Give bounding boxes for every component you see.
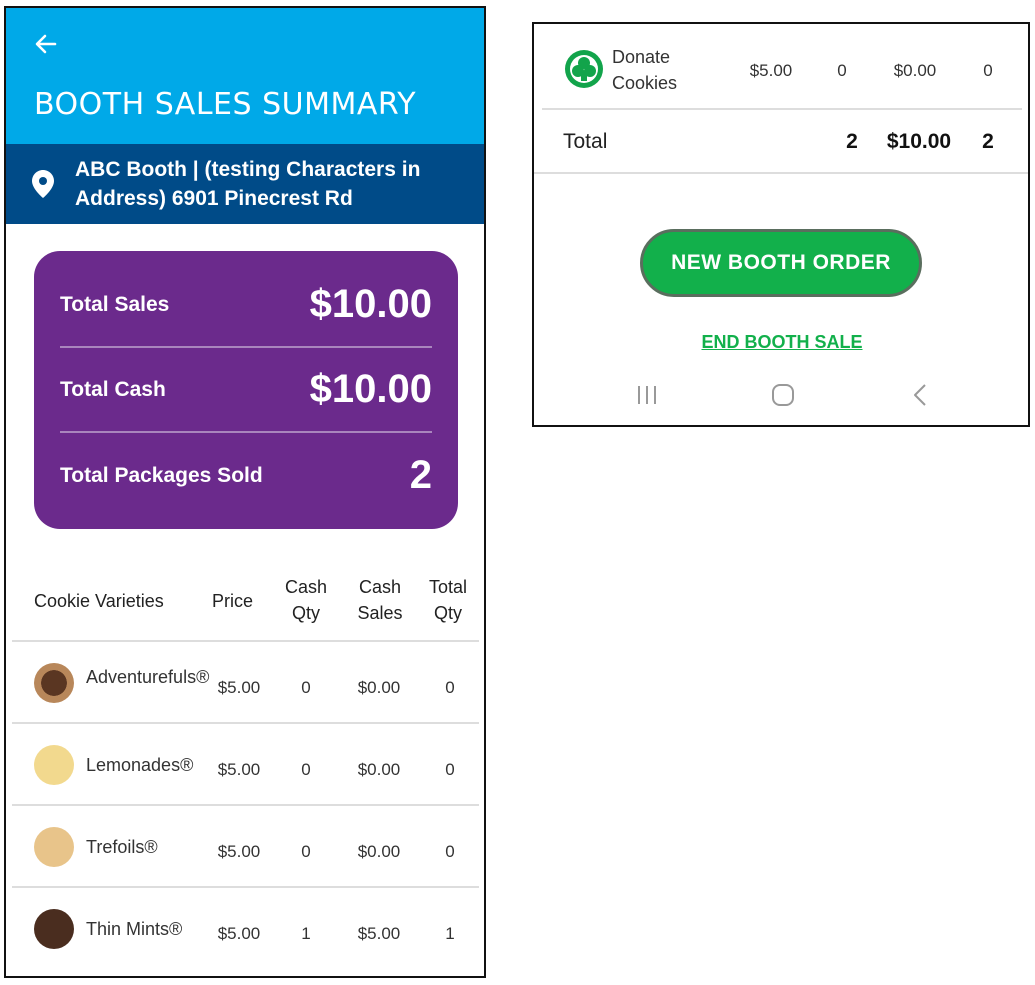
total-packages-row: Total Packages Sold 2 — [60, 433, 432, 518]
booth-summary-bottom-screen: Donate Cookies $5.00 0 $0.00 0 Total 2 $… — [532, 22, 1030, 427]
cash-qty-cell: 0 — [301, 678, 311, 697]
cash-sales-cell: $0.00 — [357, 678, 401, 697]
arrow-left-icon — [35, 34, 57, 54]
sales-summary-card: Total Sales $10.00 Total Cash $10.00 Tot… — [34, 251, 458, 529]
cash-sales-cell: $0.00 — [357, 842, 401, 861]
map-pin-icon — [32, 170, 54, 198]
cash-qty-cell: 0 — [837, 61, 847, 80]
table-row: Thin Mints® $5.00 1 $5.00 1 — [12, 888, 479, 970]
thin-mints-cookie-icon — [34, 909, 74, 949]
cookie-name: Lemonades® — [86, 755, 194, 775]
recents-icon[interactable] — [634, 382, 660, 408]
adventurefuls-cookie-icon — [34, 663, 74, 703]
price-cell: $5.00 — [217, 924, 261, 943]
end-booth-sale-link[interactable]: END BOOTH SALE — [534, 332, 1028, 353]
total-sales-label: Total Sales — [60, 292, 170, 316]
cookie-table: Adventurefuls® $5.00 0 $0.00 0 Lemonades… — [12, 642, 479, 970]
home-icon[interactable] — [770, 382, 796, 408]
header-total-qty: Total Qty — [428, 577, 468, 623]
price-cell: $5.00 — [749, 61, 793, 80]
total-row: Total 2 $10.00 2 — [534, 112, 1028, 174]
total-packages-label: Total Packages Sold — [60, 463, 263, 487]
cash-sales-cell: $0.00 — [357, 760, 401, 779]
donate-cookies-label: Donate Cookies — [612, 47, 678, 93]
cash-sales-cell: $0.00 — [893, 61, 937, 80]
total-label: Total — [563, 130, 608, 153]
location-text: ABC Booth | (testing Characters in Addre… — [75, 158, 421, 210]
header-cookie-varieties: Cookie Varieties — [34, 591, 164, 611]
total-cash-row: Total Cash $10.00 — [60, 348, 432, 433]
back-icon[interactable] — [908, 382, 934, 408]
total-cash-sales: $10.00 — [886, 130, 952, 153]
table-header: Cookie Varieties Price Cash Qty Cash Sal… — [12, 568, 479, 642]
table-row: Trefoils® $5.00 0 $0.00 0 — [12, 806, 479, 888]
table-row: Adventurefuls® $5.00 0 $0.00 0 — [12, 642, 479, 724]
location-bar: ABC Booth | (testing Characters in Addre… — [6, 144, 484, 224]
price-cell: $5.00 — [217, 678, 261, 697]
total-qty-cell: 0 — [445, 678, 455, 697]
booth-summary-screen: BOOTH SALES SUMMARY ABC Booth | (testing… — [4, 6, 486, 978]
cookie-name: Adventurefuls® — [86, 667, 210, 687]
table-row-donate: Donate Cookies $5.00 0 $0.00 0 — [542, 24, 1022, 110]
total-qty-cell: 0 — [445, 842, 455, 861]
header-price: Price — [212, 591, 254, 611]
page-title: BOOTH SALES SUMMARY — [34, 87, 417, 122]
cash-qty-cell: 0 — [301, 760, 311, 779]
total-cash-label: Total Cash — [60, 377, 166, 401]
app-header: BOOTH SALES SUMMARY — [6, 8, 484, 144]
price-cell: $5.00 — [217, 842, 261, 861]
total-cash-qty: 2 — [846, 130, 858, 153]
header-cash-sales: Cash Sales — [357, 577, 403, 623]
trefoils-cookie-icon — [34, 827, 74, 867]
cash-sales-cell: $5.00 — [357, 924, 401, 943]
android-nav-bar — [534, 374, 1028, 414]
back-button[interactable] — [34, 32, 62, 60]
total-sales-value: $10.00 — [309, 282, 432, 326]
lemonades-cookie-icon — [34, 745, 74, 785]
cookie-name: Trefoils® — [86, 837, 158, 857]
total-cash-value: $10.00 — [309, 367, 432, 411]
trefoil-icon — [565, 50, 603, 88]
total-sales-row: Total Sales $10.00 — [60, 251, 432, 348]
total-qty-cell: 0 — [445, 760, 455, 779]
total-qty-cell: 0 — [983, 61, 993, 80]
new-booth-order-button[interactable]: NEW BOOTH ORDER — [640, 229, 922, 297]
price-cell: $5.00 — [217, 760, 261, 779]
total-total-qty: 2 — [982, 130, 994, 153]
cookie-name: Thin Mints® — [86, 919, 183, 939]
total-qty-cell: 1 — [445, 924, 455, 943]
header-cash-qty: Cash Qty — [284, 577, 328, 623]
table-row: Lemonades® $5.00 0 $0.00 0 — [12, 724, 479, 806]
cash-qty-cell: 1 — [301, 924, 311, 943]
total-packages-value: 2 — [409, 453, 432, 497]
cash-qty-cell: 0 — [301, 842, 311, 861]
